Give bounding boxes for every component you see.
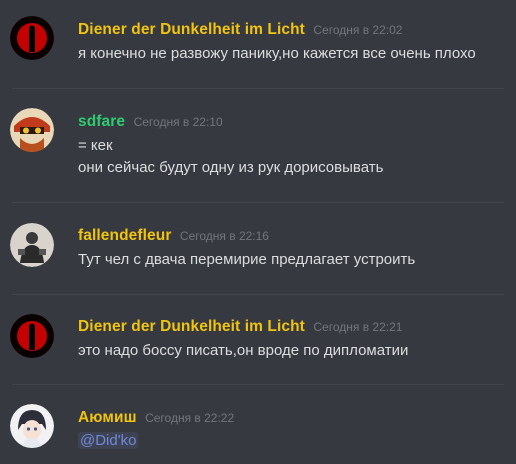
message-author[interactable]: fallendefleur — [78, 227, 171, 244]
anime-girl-avatar[interactable] — [10, 404, 54, 448]
message-timestamp: Сегодня в 22:02 — [313, 23, 403, 37]
message-text: это надо боссу писать,он вроде по диплом… — [78, 342, 409, 359]
anime-character-avatar[interactable] — [10, 108, 54, 152]
message-divider — [12, 202, 504, 203]
message-text: они сейчас будут одну из рук дорисовыват… — [78, 159, 384, 176]
message-text: = кек — [78, 137, 113, 154]
message-timestamp: Сегодня в 22:10 — [133, 115, 223, 129]
message-timestamp: Сегодня в 22:16 — [179, 229, 269, 243]
user-mention[interactable]: @Did'ko — [78, 432, 139, 449]
message-author[interactable]: Аюмиш — [78, 409, 137, 426]
message-text: Тут чел с двача перемирие предлагает уст… — [78, 251, 416, 268]
message-divider — [12, 294, 504, 295]
message-author[interactable]: sdfare — [78, 113, 125, 130]
message-divider — [12, 88, 504, 89]
red-moon-silhouette-avatar[interactable] — [10, 314, 54, 358]
dark-figure-avatar[interactable] — [10, 223, 54, 267]
message-timestamp: Сегодня в 22:22 — [145, 411, 235, 425]
red-moon-silhouette-avatar[interactable] — [10, 16, 54, 60]
message-author[interactable]: Diener der Dunkelheit im Licht — [78, 318, 305, 335]
message-text: я конечно не развожу панику,но кажется в… — [78, 45, 476, 62]
message-divider — [12, 384, 504, 385]
chat-message-list[interactable]: Diener der Dunkelheit im Licht Сегодня в… — [0, 0, 516, 464]
message-author[interactable]: Diener der Dunkelheit im Licht — [78, 21, 305, 38]
message-timestamp: Сегодня в 22:21 — [313, 320, 403, 334]
